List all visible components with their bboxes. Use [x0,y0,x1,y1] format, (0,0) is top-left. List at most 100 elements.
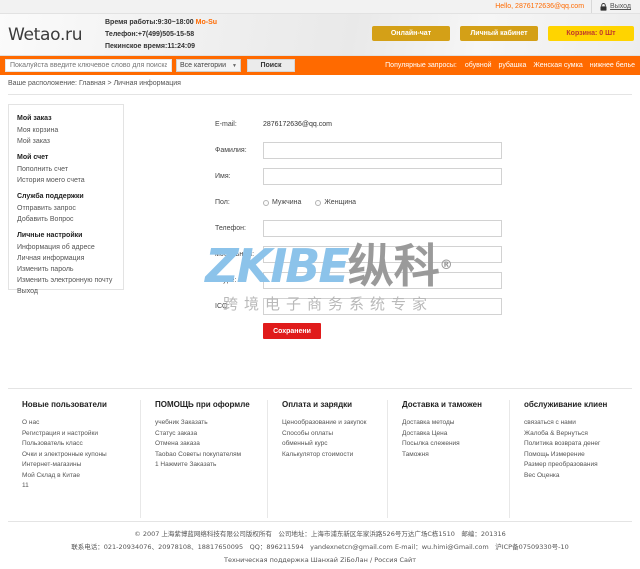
working-days: Mo-Su [195,19,218,26]
footer-link[interactable]: Пользователь класс [22,439,140,450]
footer-link[interactable]: 1 Нажмите Заказать [155,460,267,471]
sidebar-item-change-email[interactable]: Изменить электронную почту [17,275,123,286]
footer-link[interactable]: Вес Оценка [524,471,632,482]
category-select-value: Все категории [180,62,226,69]
category-select[interactable]: Все категории ▼ [176,59,241,72]
footer-link[interactable]: Мой Склад в Китае [22,471,140,482]
sidebar-item-change-password[interactable]: Изменить пароль [17,264,123,275]
footer-link[interactable]: Калькулятор стоимости [282,450,387,461]
working-hours: Время работы:9:30~18:00 Mo-Su [105,17,217,29]
surname-label: Фамилия: [215,147,247,154]
footer-link[interactable]: Политика возврата денег [524,439,632,450]
popular-query-1[interactable]: обувной [465,62,492,69]
footer-link[interactable]: Доставка Цена [402,429,509,440]
page-root: Hello, 2876172636@qq.com Выход Wetao.ru … [0,0,640,569]
phone-label: Телефон: [215,225,246,232]
form-row-mobile: мобильный: [215,245,502,264]
footer-link[interactable]: 11 [22,481,140,492]
search-input[interactable] [5,59,172,72]
popular-query-3[interactable]: Женская сумка [533,62,582,69]
footer-link[interactable]: Доставка методы [402,418,509,429]
skype-field[interactable] [263,272,502,289]
footer-link[interactable]: Таможня [402,450,509,461]
footer-link[interactable]: учебник Заказать [155,418,267,429]
online-chat-button[interactable]: Онлайн-чат [372,26,450,41]
personal-account-button[interactable]: Личный кабинет [460,26,538,41]
footer-link[interactable]: Способы оплаты [282,429,387,440]
search-bar: Все категории ▼ Поиск Популярные запросы… [0,56,640,75]
sidebar-group-account: Мой счет Пополнить счет История моего сч… [17,152,123,186]
beijing-time: Пекинское время:11:24:09 [105,43,195,50]
footer-link[interactable]: Taobao Советы покупателям [155,450,267,461]
sidebar-group-title: Личные настройки [17,232,83,239]
footer-link[interactable]: Интернет-магазины [22,460,140,471]
popular-queries: Популярные запросы: обувной рубашка Женс… [385,56,635,75]
copyright-line-3: Техническая поддержка Шанхай ZiБоЛан / Р… [224,556,416,564]
site-logo[interactable]: Wetao.ru [8,25,83,45]
sidebar-item-send-request[interactable]: Отправить запрос [17,203,123,214]
popular-queries-label: Популярные запросы: [385,62,457,69]
form-row-phone: Телефон: [215,219,502,238]
save-button[interactable]: Сохранени [263,323,321,339]
footer-column-order-help: ПОМОЩЬ при оформле учебник Заказать Стат… [140,400,267,518]
footer-link[interactable]: Регистрация и настройки [22,429,140,440]
surname-field[interactable] [263,142,502,159]
sidebar-item-logout[interactable]: Выход [17,286,123,297]
gender-female-option[interactable]: Женщина [315,199,356,206]
footer-column-new-users: Новые пользователи О нас Регистрация и н… [8,400,140,518]
personal-info-form: E-mail: 2876172636@qq.com Фамилия: Имя: … [215,115,502,339]
footer-link[interactable]: Ценообразование и закупок [282,418,387,429]
icq-field[interactable] [263,298,502,315]
sidebar-group-orders: Мой заказ Моя корзина Мой заказ [17,113,123,147]
footer-link[interactable]: Жалоба & Вернуться [524,429,632,440]
footer-link[interactable]: О нас [22,418,140,429]
sidebar-group-personal-settings: Личные настройки Информация об адресе Ли… [17,230,123,297]
radio-unchecked-icon[interactable] [263,199,269,206]
sidebar-item-my-order[interactable]: Мой заказ [17,136,123,147]
footer-column-title: Новые пользователи [22,400,107,409]
sidebar-item-address-info[interactable]: Информация об адресе [17,242,123,253]
sidebar-item-add-question[interactable]: Добавить Вопрос [17,214,123,225]
search-button[interactable]: Поиск [247,59,295,72]
form-row-surname: Фамилия: [215,141,502,160]
copyright-line-1: © 2007 上海紫博蓝网络科技有限公司版权所有 公司地址：上海市浦东新区年家浜… [134,530,506,538]
contact-phone: Телефон:+7(499)505-15-58 [105,31,195,38]
mobile-field[interactable] [263,246,502,263]
working-hours-text: Время работы:9:30~18:00 [105,19,196,26]
email-label: E-mail: [215,121,237,128]
copyright-line-2: 联系电话：021-20934076、20978108、18817650095 Q… [71,543,569,551]
form-row-gender: Пол: Мужчина Женщина [215,193,502,212]
form-row-skype: Skype: [215,271,502,290]
top-utility-bar: Hello, 2876172636@qq.com Выход [0,0,640,14]
footer-column-shipping: Доставка и таможен Доставка методы Доста… [387,400,509,518]
footer-column-title: ПОМОЩЬ при оформле [155,400,250,409]
sidebar-item-account-history[interactable]: История моего счета [17,175,123,186]
footer-link[interactable]: Отмена заказа [155,439,267,450]
form-row-email: E-mail: 2876172636@qq.com [215,115,502,134]
footer-link[interactable]: связаться с нами [524,418,632,429]
footer-bottom-divider [8,521,632,522]
name-field[interactable] [263,168,502,185]
skype-label: Skype: [215,277,237,284]
popular-query-2[interactable]: рубашка [499,62,527,69]
popular-query-4[interactable]: нижнее белье [590,62,635,69]
footer-link[interactable]: Помощь Измерение [524,450,632,461]
sidebar-group-support: Служба поддержки Отправить запрос Добави… [17,191,123,225]
footer-link[interactable]: Очки и электронные купоны [22,450,140,461]
sidebar-item-top-up[interactable]: Пополнить счет [17,164,123,175]
phone-field[interactable] [263,220,502,237]
sidebar-group-title: Мой счет [17,154,49,161]
copyright-block: © 2007 上海紫博蓝网络科技有限公司版权所有 公司地址：上海市浦东新区年家浜… [0,528,640,567]
cart-button[interactable]: Корзина: 0 Шт [548,26,634,41]
footer-link[interactable]: Посылка слежения [402,439,509,450]
footer-columns: Новые пользователи О нас Регистрация и н… [8,400,632,518]
gender-label: Пол: [215,199,230,206]
footer-link[interactable]: обменный курс [282,439,387,450]
footer-link[interactable]: Размер преобразования [524,460,632,471]
sidebar-item-personal-info[interactable]: Личная информация [17,253,123,264]
gender-male-option[interactable]: Мужчина [263,199,301,206]
logout-link[interactable]: Выход [610,3,631,10]
footer-link[interactable]: Статус заказа [155,429,267,440]
sidebar-item-my-cart[interactable]: Моя корзина [17,125,123,136]
radio-unchecked-icon[interactable] [315,199,322,206]
